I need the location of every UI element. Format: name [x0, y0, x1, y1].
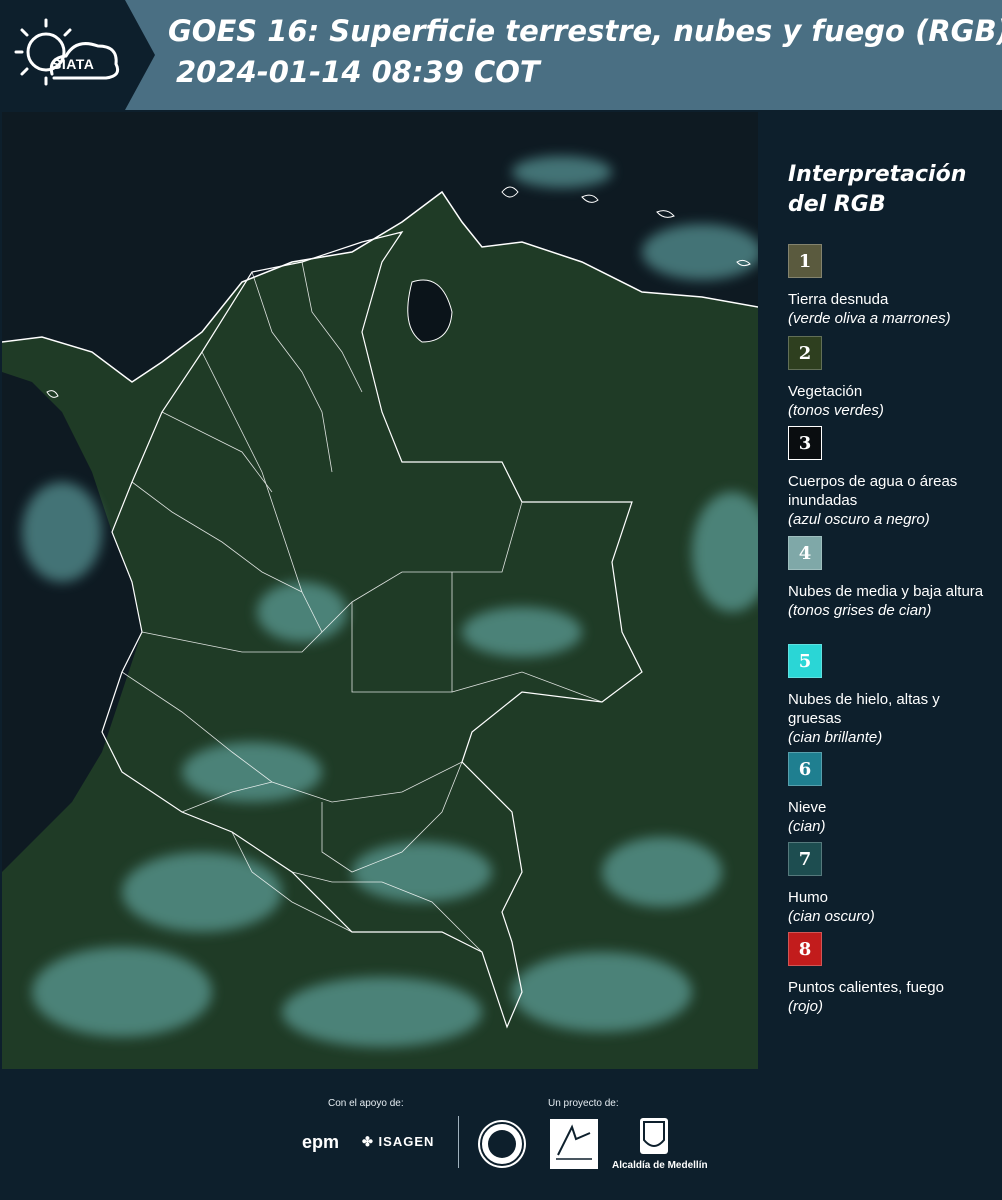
seal-icon: [480, 1122, 524, 1166]
legend-sub: (cian oscuro): [788, 908, 875, 925]
legend-label: Puntos calientes, fuego: [788, 979, 944, 996]
shield-icon: [643, 1121, 665, 1147]
legend-swatch: 2: [788, 336, 822, 370]
legend-swatch: 8: [788, 932, 822, 966]
footer: Con el apoyo de: Un proyecto de: epm ✤ I…: [0, 1070, 1002, 1200]
legend-item-fire: 8 Puntos calientes, fuego (rojo): [788, 932, 993, 1016]
support-caption: Con el apoyo de:: [328, 1098, 404, 1109]
legend-number: 8: [798, 938, 812, 960]
map-canvas: [2, 112, 758, 1069]
legend-swatch: 1: [788, 244, 822, 278]
sun-cloud-icon: [14, 18, 120, 86]
rgb-legend: Interpretación del RGB 1 Tierra desnuda …: [770, 160, 995, 1015]
epm-logo[interactable]: epm: [302, 1132, 339, 1153]
legend-number: 6: [798, 758, 812, 780]
legend-label: Nubes de media y baja altura: [788, 583, 984, 600]
legend-number: 4: [798, 542, 812, 564]
alcaldia-label: Alcaldía de Medellín: [612, 1160, 708, 1171]
legend-label: Vegetación: [788, 383, 863, 400]
legend-number: 1: [798, 250, 812, 272]
legend-number: 3: [798, 432, 812, 454]
header: SIATA GOES 16: Superficie terrestre, nub…: [0, 0, 1002, 110]
logo-text: SIATA: [52, 56, 95, 72]
legend-item-bare-soil: 1 Tierra desnuda (verde oliva a marrones…: [788, 244, 993, 328]
legend-number: 7: [798, 848, 812, 870]
legend-number: 2: [798, 342, 812, 364]
siata-logo[interactable]: SIATA: [8, 12, 138, 98]
legend-swatch: 7: [788, 842, 822, 876]
legend-item-water: 3 Cuerpos de agua o áreas inundadas (azu…: [788, 426, 993, 529]
isagen-icon: ✤: [362, 1134, 374, 1149]
legend-sub: (rojo): [788, 998, 824, 1015]
legend-label: Tierra desnuda: [788, 291, 889, 308]
area-icon: [556, 1124, 592, 1160]
university-seal-logo[interactable]: [478, 1120, 526, 1168]
project-caption: Un proyecto de:: [548, 1098, 619, 1109]
legend-sub: (cian): [788, 818, 826, 835]
satellite-map[interactable]: [2, 112, 758, 1069]
legend-item-low-clouds: 4 Nubes de media y baja altura (tonos gr…: [788, 536, 993, 620]
isagen-logo[interactable]: ✤ ISAGEN: [362, 1134, 434, 1150]
legend-item-smoke: 7 Humo (cian oscuro): [788, 842, 993, 926]
legend-swatch: 6: [788, 752, 822, 786]
legend-label: Humo: [788, 889, 829, 906]
legend-sub: (azul oscuro a negro): [788, 511, 930, 528]
legend-title: Interpretación del RGB: [788, 162, 967, 217]
legend-item-vegetation: 2 Vegetación (tonos verdes): [788, 336, 993, 420]
legend-item-snow: 6 Nieve (cian): [788, 752, 993, 836]
legend-label: Nubes de hielo, altas y gruesas: [788, 691, 940, 727]
footer-divider: [458, 1116, 459, 1168]
legend-sub: (verde oliva a marrones): [788, 310, 951, 327]
legend-label: Cuerpos de agua o áreas inundadas: [788, 473, 958, 509]
map-title: GOES 16: Superficie terrestre, nubes y f…: [168, 14, 1002, 48]
legend-swatch: 3: [788, 426, 822, 460]
legend-sub: (tonos grises de cian): [788, 602, 932, 619]
legend-sub: (tonos verdes): [788, 402, 884, 419]
legend-swatch: 5: [788, 644, 822, 678]
legend-sub: (cian brillante): [788, 729, 883, 746]
legend-swatch: 4: [788, 536, 822, 570]
isagen-label: ISAGEN: [378, 1134, 435, 1149]
alcaldia-shield-icon[interactable]: [640, 1118, 668, 1154]
area-metropolitana-logo[interactable]: [550, 1119, 598, 1169]
legend-label: Nieve: [788, 799, 827, 816]
map-timestamp: 2024-01-14 08:39 COT: [176, 55, 540, 89]
legend-number: 5: [798, 650, 812, 672]
legend-item-ice-clouds: 5 Nubes de hielo, altas y gruesas (cian …: [788, 644, 993, 747]
